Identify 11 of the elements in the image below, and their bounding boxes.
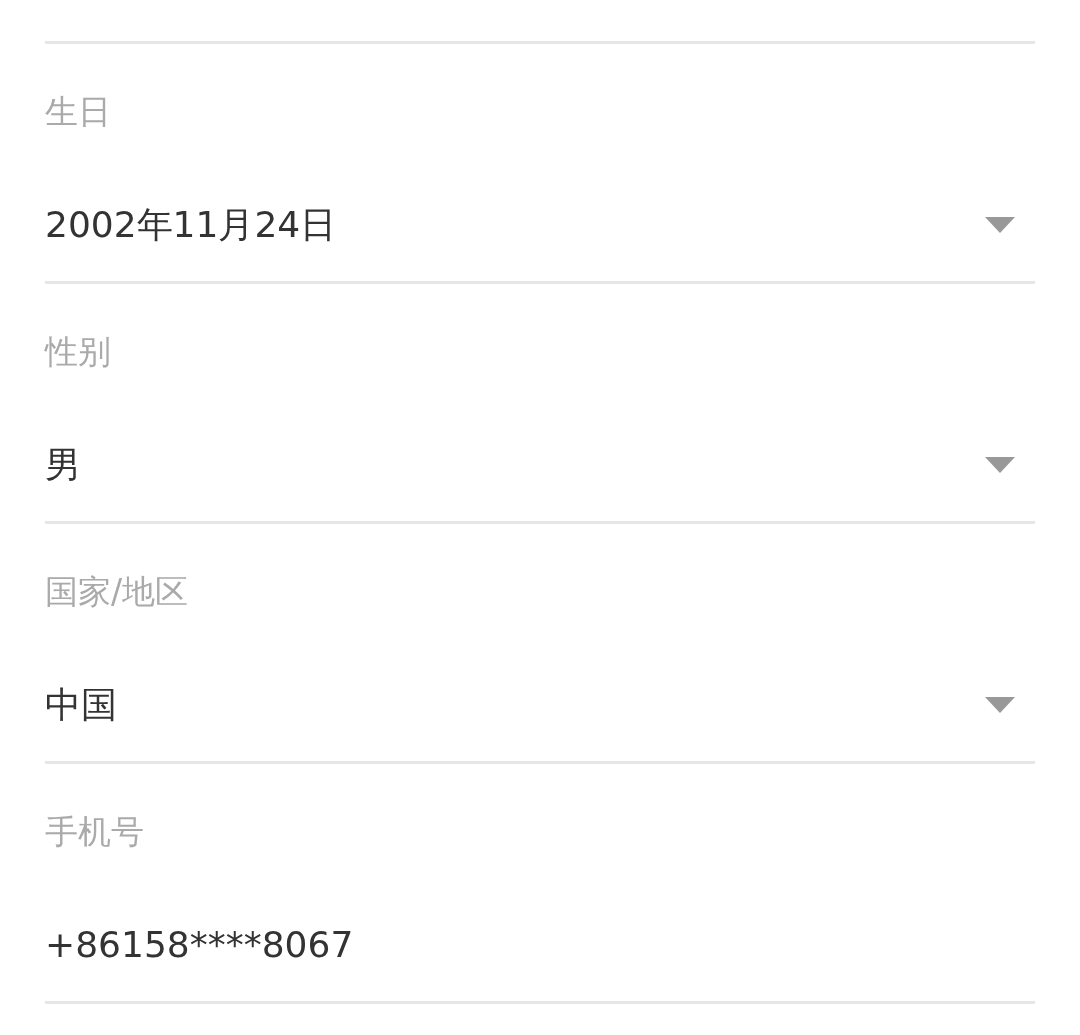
field-label: 国家/地区 bbox=[45, 572, 189, 612]
field-label: 性别 bbox=[45, 332, 111, 372]
dropdown-arrow-icon[interactable] bbox=[985, 217, 1015, 233]
dropdown-arrow-icon[interactable] bbox=[985, 697, 1015, 713]
field-label: 生日 bbox=[45, 92, 111, 132]
dropdown-value[interactable]: 2002年11月24日 bbox=[45, 200, 337, 250]
field-label: 手机号 bbox=[45, 812, 144, 852]
dropdown-value[interactable]: 中国 bbox=[45, 680, 117, 730]
dropdown-arrow-icon[interactable] bbox=[985, 457, 1015, 473]
dropdown-value[interactable]: 男 bbox=[45, 440, 81, 490]
field-value[interactable]: +86158****8067 bbox=[45, 920, 354, 970]
